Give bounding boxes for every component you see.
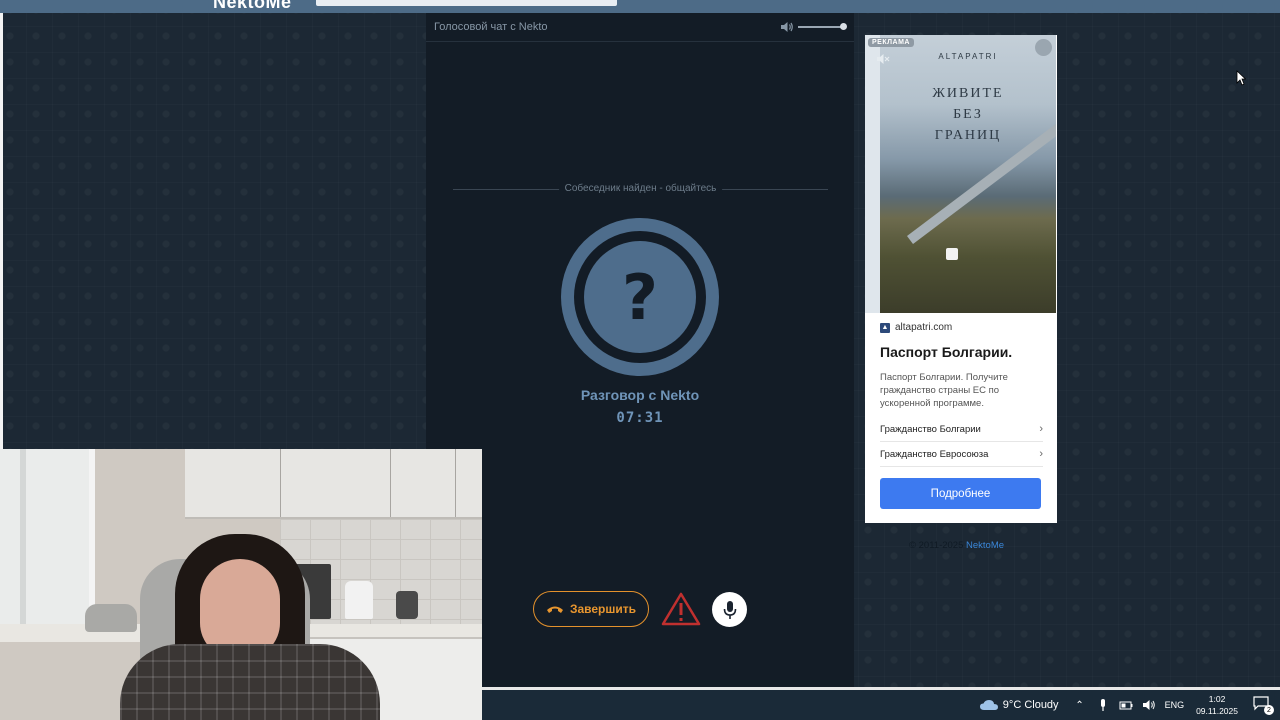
microphone-button[interactable] xyxy=(712,592,747,627)
advertisement-block[interactable]: РЕКЛАМА ALTAPATRI ЖИВИТЕ БЕЗ ГРАНИЦ ▲ al… xyxy=(865,35,1057,523)
chevron-right-icon: › xyxy=(1039,423,1043,435)
status-divider: Собеседник найден - общайтесь xyxy=(453,183,828,195)
ad-description: Паспорт Болгарии. Получите гражданство с… xyxy=(880,372,1008,409)
site-header: NektoMe xyxy=(0,0,1280,13)
ad-slogan-line: ГРАНИЦ xyxy=(934,128,1002,143)
end-call-label: Завершить xyxy=(569,602,637,616)
window-edge xyxy=(0,0,3,450)
ad-label: РЕКЛАМА xyxy=(868,38,914,47)
weather-text: 9°C Cloudy xyxy=(1002,699,1059,711)
cloud-icon xyxy=(979,700,998,710)
language-indicator[interactable]: ENG xyxy=(1165,700,1185,710)
notification-count: 2 xyxy=(1264,705,1274,715)
ad-frame xyxy=(865,35,880,313)
webcam-upper-cabinets xyxy=(185,449,482,519)
microphone-tray-icon[interactable] xyxy=(1096,698,1110,712)
weather-widget[interactable]: 9°C Cloudy xyxy=(979,699,1059,711)
webcam-overlay xyxy=(0,449,482,720)
webcam-window xyxy=(0,449,95,624)
svg-text:?: ? xyxy=(622,261,658,334)
conversation-title: Разговор с Nekto xyxy=(580,387,700,403)
report-warning-icon[interactable] xyxy=(661,591,701,627)
cabinet-seam xyxy=(390,449,391,517)
ad-more-button[interactable]: Подробнее xyxy=(880,478,1041,509)
voice-chat-panel: Голосовой чат с Nekto Собеседник найден … xyxy=(426,13,854,687)
notification-center-icon[interactable]: 2 xyxy=(1252,694,1274,716)
windows-taskbar: 9°C Cloudy ⌃ ENG 1:02 09.11.2025 2 xyxy=(482,687,1280,720)
webcam-jar xyxy=(396,591,418,619)
ad-domain[interactable]: ▲ altapatri.com xyxy=(880,322,952,333)
volume-slider-handle[interactable] xyxy=(840,23,847,30)
webcam-kettle xyxy=(345,581,373,619)
chevron-right-icon: › xyxy=(1039,448,1043,460)
clock-date: 09.11.2025 xyxy=(1196,706,1238,716)
battery-icon[interactable] xyxy=(1119,698,1133,712)
chevron-up-icon[interactable]: ⌃ xyxy=(1073,698,1087,712)
system-tray: 9°C Cloudy ⌃ ENG 1:02 09.11.2025 2 xyxy=(979,690,1280,720)
ad-link-bulgaria[interactable]: Гражданство Болгарии › xyxy=(880,417,1043,442)
ad-slogan-line: ЖИВИТЕ xyxy=(932,86,1004,101)
ad-image-van xyxy=(946,248,958,260)
ad-brand: ALTAPATRI xyxy=(938,52,998,61)
chat-header: Голосовой чат с Nekto xyxy=(426,13,854,42)
clock[interactable]: 1:02 09.11.2025 xyxy=(1196,693,1238,717)
cabinet-seam xyxy=(280,449,281,517)
microphone-icon xyxy=(723,600,736,619)
ad-image[interactable] xyxy=(880,35,1056,313)
copyright-text: © 2011-2025 xyxy=(909,540,964,551)
ad-slogan-line: БЕЗ xyxy=(953,107,983,122)
window-frame xyxy=(20,449,26,624)
conversation-timer: 07:31 xyxy=(616,410,664,426)
webcam-person-shirt xyxy=(120,644,380,720)
clock-time: 1:02 xyxy=(1208,694,1226,704)
copyright: © 2011-2025 NektoMe xyxy=(909,540,1004,551)
volume-slider[interactable] xyxy=(798,26,844,28)
ad-headline[interactable]: Паспорт Болгарии. xyxy=(880,344,1012,360)
ad-link-eu[interactable]: Гражданство Евросоюза › xyxy=(880,442,1043,467)
cabinet-seam xyxy=(455,449,456,517)
webcam-speaker xyxy=(85,604,137,632)
question-mark-icon: ? xyxy=(561,218,719,376)
end-call-button[interactable]: Завершить xyxy=(533,591,649,627)
mouse-cursor-icon xyxy=(1236,70,1246,86)
status-text: Собеседник найден - общайтесь xyxy=(558,183,723,194)
ad-slogan: ЖИВИТЕ БЕЗ ГРАНИЦ xyxy=(880,83,1056,146)
ad-link-label: Гражданство Евросоюза xyxy=(880,448,989,460)
ad-link-label: Гражданство Болгарии xyxy=(880,423,981,435)
footer-site-link[interactable]: NektoMe xyxy=(966,540,1004,551)
chat-title: Голосовой чат с Nekto xyxy=(434,21,548,33)
speaker-icon[interactable] xyxy=(1142,698,1156,712)
advertiser-logo-icon: ▲ xyxy=(880,322,890,333)
site-logo[interactable]: NektoMe xyxy=(213,0,292,13)
hang-up-icon xyxy=(546,606,563,613)
ad-domain-text: altapatri.com xyxy=(895,322,953,333)
volume-icon[interactable] xyxy=(780,20,794,34)
header-search-bar[interactable] xyxy=(316,0,617,6)
